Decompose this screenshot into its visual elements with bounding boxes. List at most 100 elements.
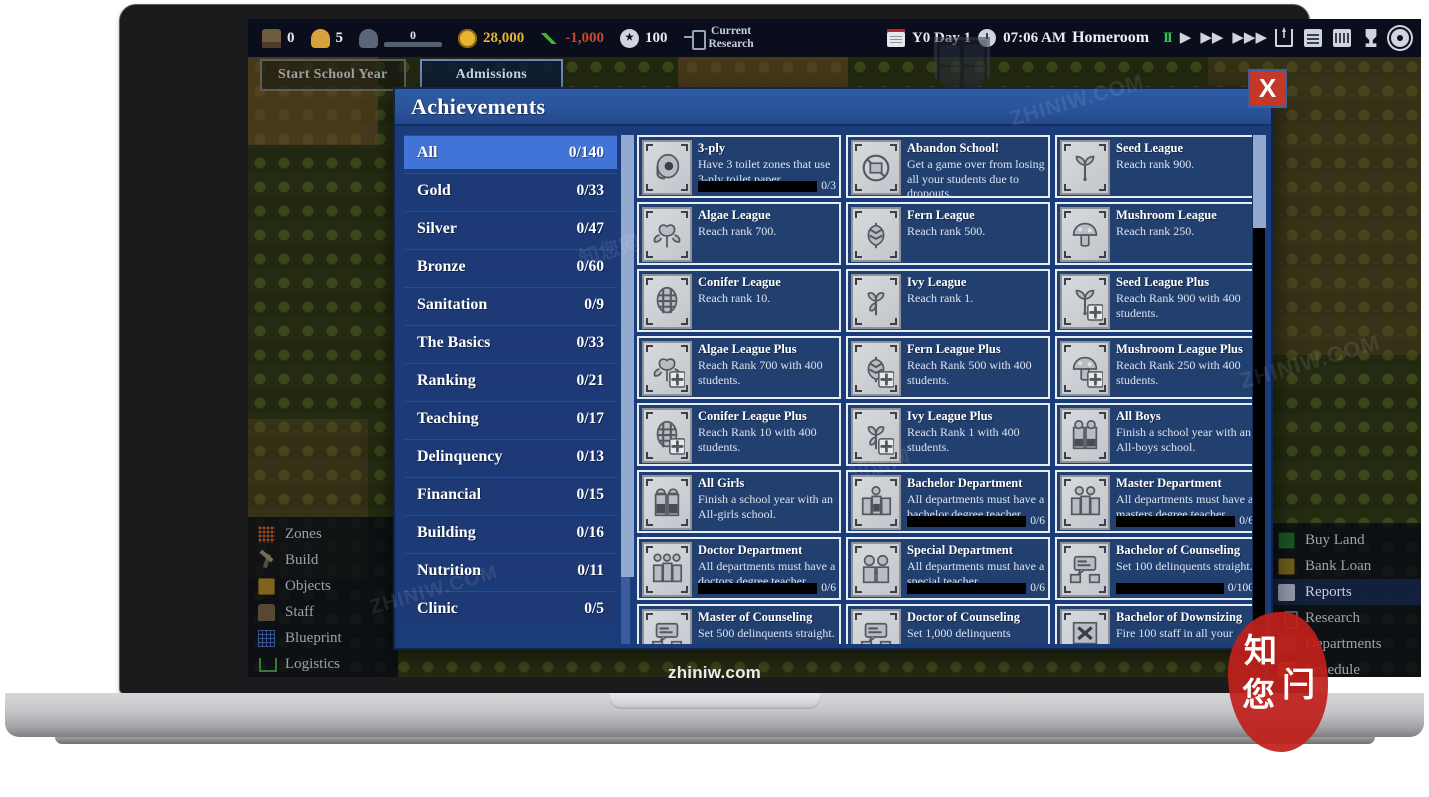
achievement-card[interactable]: Fern League Plus Reach Rank 500 with 400… bbox=[844, 334, 1052, 401]
achievement-description: Reach Rank 700 with 400 students. bbox=[698, 358, 823, 387]
category-item-gold[interactable]: Gold 0/33 bbox=[404, 173, 617, 207]
category-scrollbar[interactable] bbox=[621, 135, 634, 644]
category-item-all[interactable]: All 0/140 bbox=[404, 135, 617, 169]
achievement-card[interactable]: Abandon School! Get a game over from los… bbox=[844, 135, 1052, 200]
category-item-silver[interactable]: Silver 0/47 bbox=[404, 211, 617, 245]
achievement-title: Conifer League Plus bbox=[698, 409, 807, 423]
category-item-building[interactable]: Building 0/16 bbox=[404, 515, 617, 549]
staff-value: 0 bbox=[410, 28, 416, 43]
achievement-card[interactable]: Algae League Reach rank 700. bbox=[637, 200, 843, 267]
menu-item-objects[interactable]: Objects bbox=[248, 573, 398, 599]
achievement-card[interactable]: Seed League Reach rank 900. bbox=[1053, 135, 1261, 200]
fern-icon bbox=[851, 207, 901, 262]
menu-item-research[interactable]: Research bbox=[1268, 605, 1421, 631]
category-count: 0/16 bbox=[576, 523, 604, 541]
category-item-financial[interactable]: Financial 0/15 bbox=[404, 477, 617, 511]
category-item-bronze[interactable]: Bronze 0/60 bbox=[404, 249, 617, 283]
pause-button[interactable]: II bbox=[1163, 30, 1173, 46]
achievement-card[interactable]: Master Department All departments must h… bbox=[1053, 468, 1261, 535]
menu-item-departments[interactable]: Departments bbox=[1268, 631, 1421, 657]
achievement-card[interactable]: Special Department All departments must … bbox=[844, 535, 1052, 602]
progress-text: 0/6 bbox=[1030, 582, 1045, 594]
start-school-year-button[interactable]: Start School Year bbox=[260, 59, 406, 91]
staff-progress: 0 bbox=[384, 29, 442, 47]
achievement-title: Bachelor of Downsizing bbox=[1116, 610, 1243, 624]
achievement-card[interactable]: Bachelor of Downsizing Fire 100 staff in… bbox=[1053, 602, 1261, 644]
achievement-card[interactable]: All Boys Finish a school year with an Al… bbox=[1053, 401, 1261, 468]
hud-students[interactable]: 5 bbox=[303, 28, 352, 48]
right-tool-menu: Buy Land Bank Loan Reports Research Depa… bbox=[1266, 523, 1421, 677]
achievements-scrollbar[interactable] bbox=[1252, 135, 1266, 644]
menu-item-bank-loan[interactable]: Bank Loan bbox=[1268, 553, 1421, 579]
menu-item-blueprint[interactable]: Blueprint bbox=[248, 625, 398, 651]
achievement-card[interactable]: All Girls Finish a school year with an A… bbox=[637, 468, 843, 535]
achievement-description: Set 1,000 delinquents straight. bbox=[907, 626, 1011, 644]
achievement-card[interactable]: Conifer League Plus Reach Rank 10 with 4… bbox=[637, 401, 843, 468]
achievement-card[interactable]: Fern League Reach rank 500. bbox=[844, 200, 1052, 267]
achievement-text: Seed League Reach rank 900. bbox=[1116, 140, 1254, 193]
trophy-icon[interactable] bbox=[1365, 29, 1377, 47]
menu-item-logistics[interactable]: Logistics bbox=[248, 651, 398, 677]
achievement-title: Master of Counseling bbox=[698, 610, 813, 624]
category-label: All bbox=[417, 143, 438, 161]
achievements-scrollbar-thumb[interactable] bbox=[1253, 135, 1266, 228]
menu-label: Staff bbox=[285, 603, 314, 620]
menu-item-schedule[interactable]: Schedule bbox=[1268, 657, 1421, 677]
fastest-forward-button[interactable]: ▶▶▶ bbox=[1232, 30, 1267, 46]
achievement-card[interactable]: Doctor Department All departments must h… bbox=[637, 535, 843, 602]
close-icon[interactable]: X bbox=[1248, 69, 1287, 108]
menu-item-staff[interactable]: Staff bbox=[248, 599, 398, 625]
achievement-card[interactable]: 3-ply Have 3 toilet zones that use 3-ply… bbox=[637, 135, 843, 200]
menu-item-buy-land[interactable]: Buy Land bbox=[1268, 527, 1421, 553]
achievement-title: Bachelor Department bbox=[907, 476, 1023, 490]
category-label: Delinquency bbox=[417, 447, 503, 465]
hud-rank[interactable]: 100 bbox=[612, 28, 676, 48]
hud-money[interactable]: 28,000 bbox=[450, 28, 532, 48]
fast-forward-button[interactable]: ▶▶ bbox=[1200, 30, 1223, 46]
achievement-card[interactable]: Ivy League Reach rank 1. bbox=[844, 267, 1052, 334]
counseling-icon bbox=[851, 609, 901, 644]
grid-icon[interactable] bbox=[1333, 29, 1351, 47]
hud-income[interactable]: -1,000 bbox=[532, 29, 612, 48]
hud-research[interactable]: Current Research bbox=[676, 25, 762, 50]
mushroom-plus-icon bbox=[1060, 341, 1110, 396]
achievement-card[interactable]: Doctor of Counseling Set 1,000 delinquen… bbox=[844, 602, 1052, 644]
category-scrollbar-thumb[interactable] bbox=[621, 135, 634, 577]
category-item-clinic[interactable]: Clinic 0/5 bbox=[404, 591, 617, 625]
category-item-delinquency[interactable]: Delinquency 0/13 bbox=[404, 439, 617, 473]
money-value: 28,000 bbox=[483, 29, 525, 46]
play-button[interactable]: ▶ bbox=[1180, 30, 1192, 46]
upload-icon[interactable] bbox=[1275, 29, 1293, 47]
gear-icon[interactable] bbox=[1391, 29, 1409, 47]
hud-teachers[interactable]: 0 bbox=[254, 28, 303, 48]
achievement-card[interactable]: Bachelor Department All departments must… bbox=[844, 468, 1052, 535]
hud-staff[interactable]: 0 bbox=[351, 28, 450, 48]
achievement-card[interactable]: Mushroom League Plus Reach Rank 250 with… bbox=[1053, 334, 1261, 401]
achievement-card[interactable]: Ivy League Plus Reach Rank 1 with 400 st… bbox=[844, 401, 1052, 468]
category-item-ranking[interactable]: Ranking 0/21 bbox=[404, 363, 617, 397]
screen: 0 5 0 28,000 -1,000 100 Current Research… bbox=[248, 19, 1421, 677]
achievement-card[interactable]: Master of Counseling Set 500 delinquents… bbox=[637, 602, 843, 644]
research-icon bbox=[1278, 610, 1298, 629]
category-item-nutrition[interactable]: Nutrition 0/11 bbox=[404, 553, 617, 587]
achievement-card[interactable]: Seed League Plus Reach Rank 900 with 400… bbox=[1053, 267, 1261, 334]
list-icon[interactable] bbox=[1304, 29, 1322, 47]
menu-item-reports[interactable]: Reports bbox=[1268, 579, 1421, 605]
category-item-the-basics[interactable]: The Basics 0/33 bbox=[404, 325, 617, 359]
menu-item-zones[interactable]: Zones bbox=[248, 521, 398, 547]
category-item-sanitation[interactable]: Sanitation 0/9 bbox=[404, 287, 617, 321]
achievement-card[interactable]: Conifer League Reach rank 10. bbox=[637, 267, 843, 334]
menu-item-build[interactable]: Build bbox=[248, 547, 398, 573]
all-girls-icon bbox=[642, 475, 692, 530]
category-count: 0/5 bbox=[584, 599, 604, 617]
achievements-grid: 3-ply Have 3 toilet zones that use 3-ply… bbox=[637, 135, 1263, 644]
category-list: All 0/140 Gold 0/33 Silver 0/47 Bronze 0/60 Sani… bbox=[404, 135, 617, 644]
achievement-card[interactable]: Mushroom League Reach rank 250. bbox=[1053, 200, 1261, 267]
achievement-card[interactable]: Bachelor of Counseling Set 100 delinquen… bbox=[1053, 535, 1261, 602]
achievement-title: Ivy League bbox=[907, 275, 967, 289]
hammer-icon bbox=[258, 552, 275, 569]
dialog-titlebar: Achievements X bbox=[395, 69, 1287, 126]
achievement-card[interactable]: Algae League Plus Reach Rank 700 with 40… bbox=[637, 334, 843, 401]
achievement-text: Bachelor of Downsizing Fire 100 staff in… bbox=[1116, 609, 1254, 644]
category-item-teaching[interactable]: Teaching 0/17 bbox=[404, 401, 617, 435]
